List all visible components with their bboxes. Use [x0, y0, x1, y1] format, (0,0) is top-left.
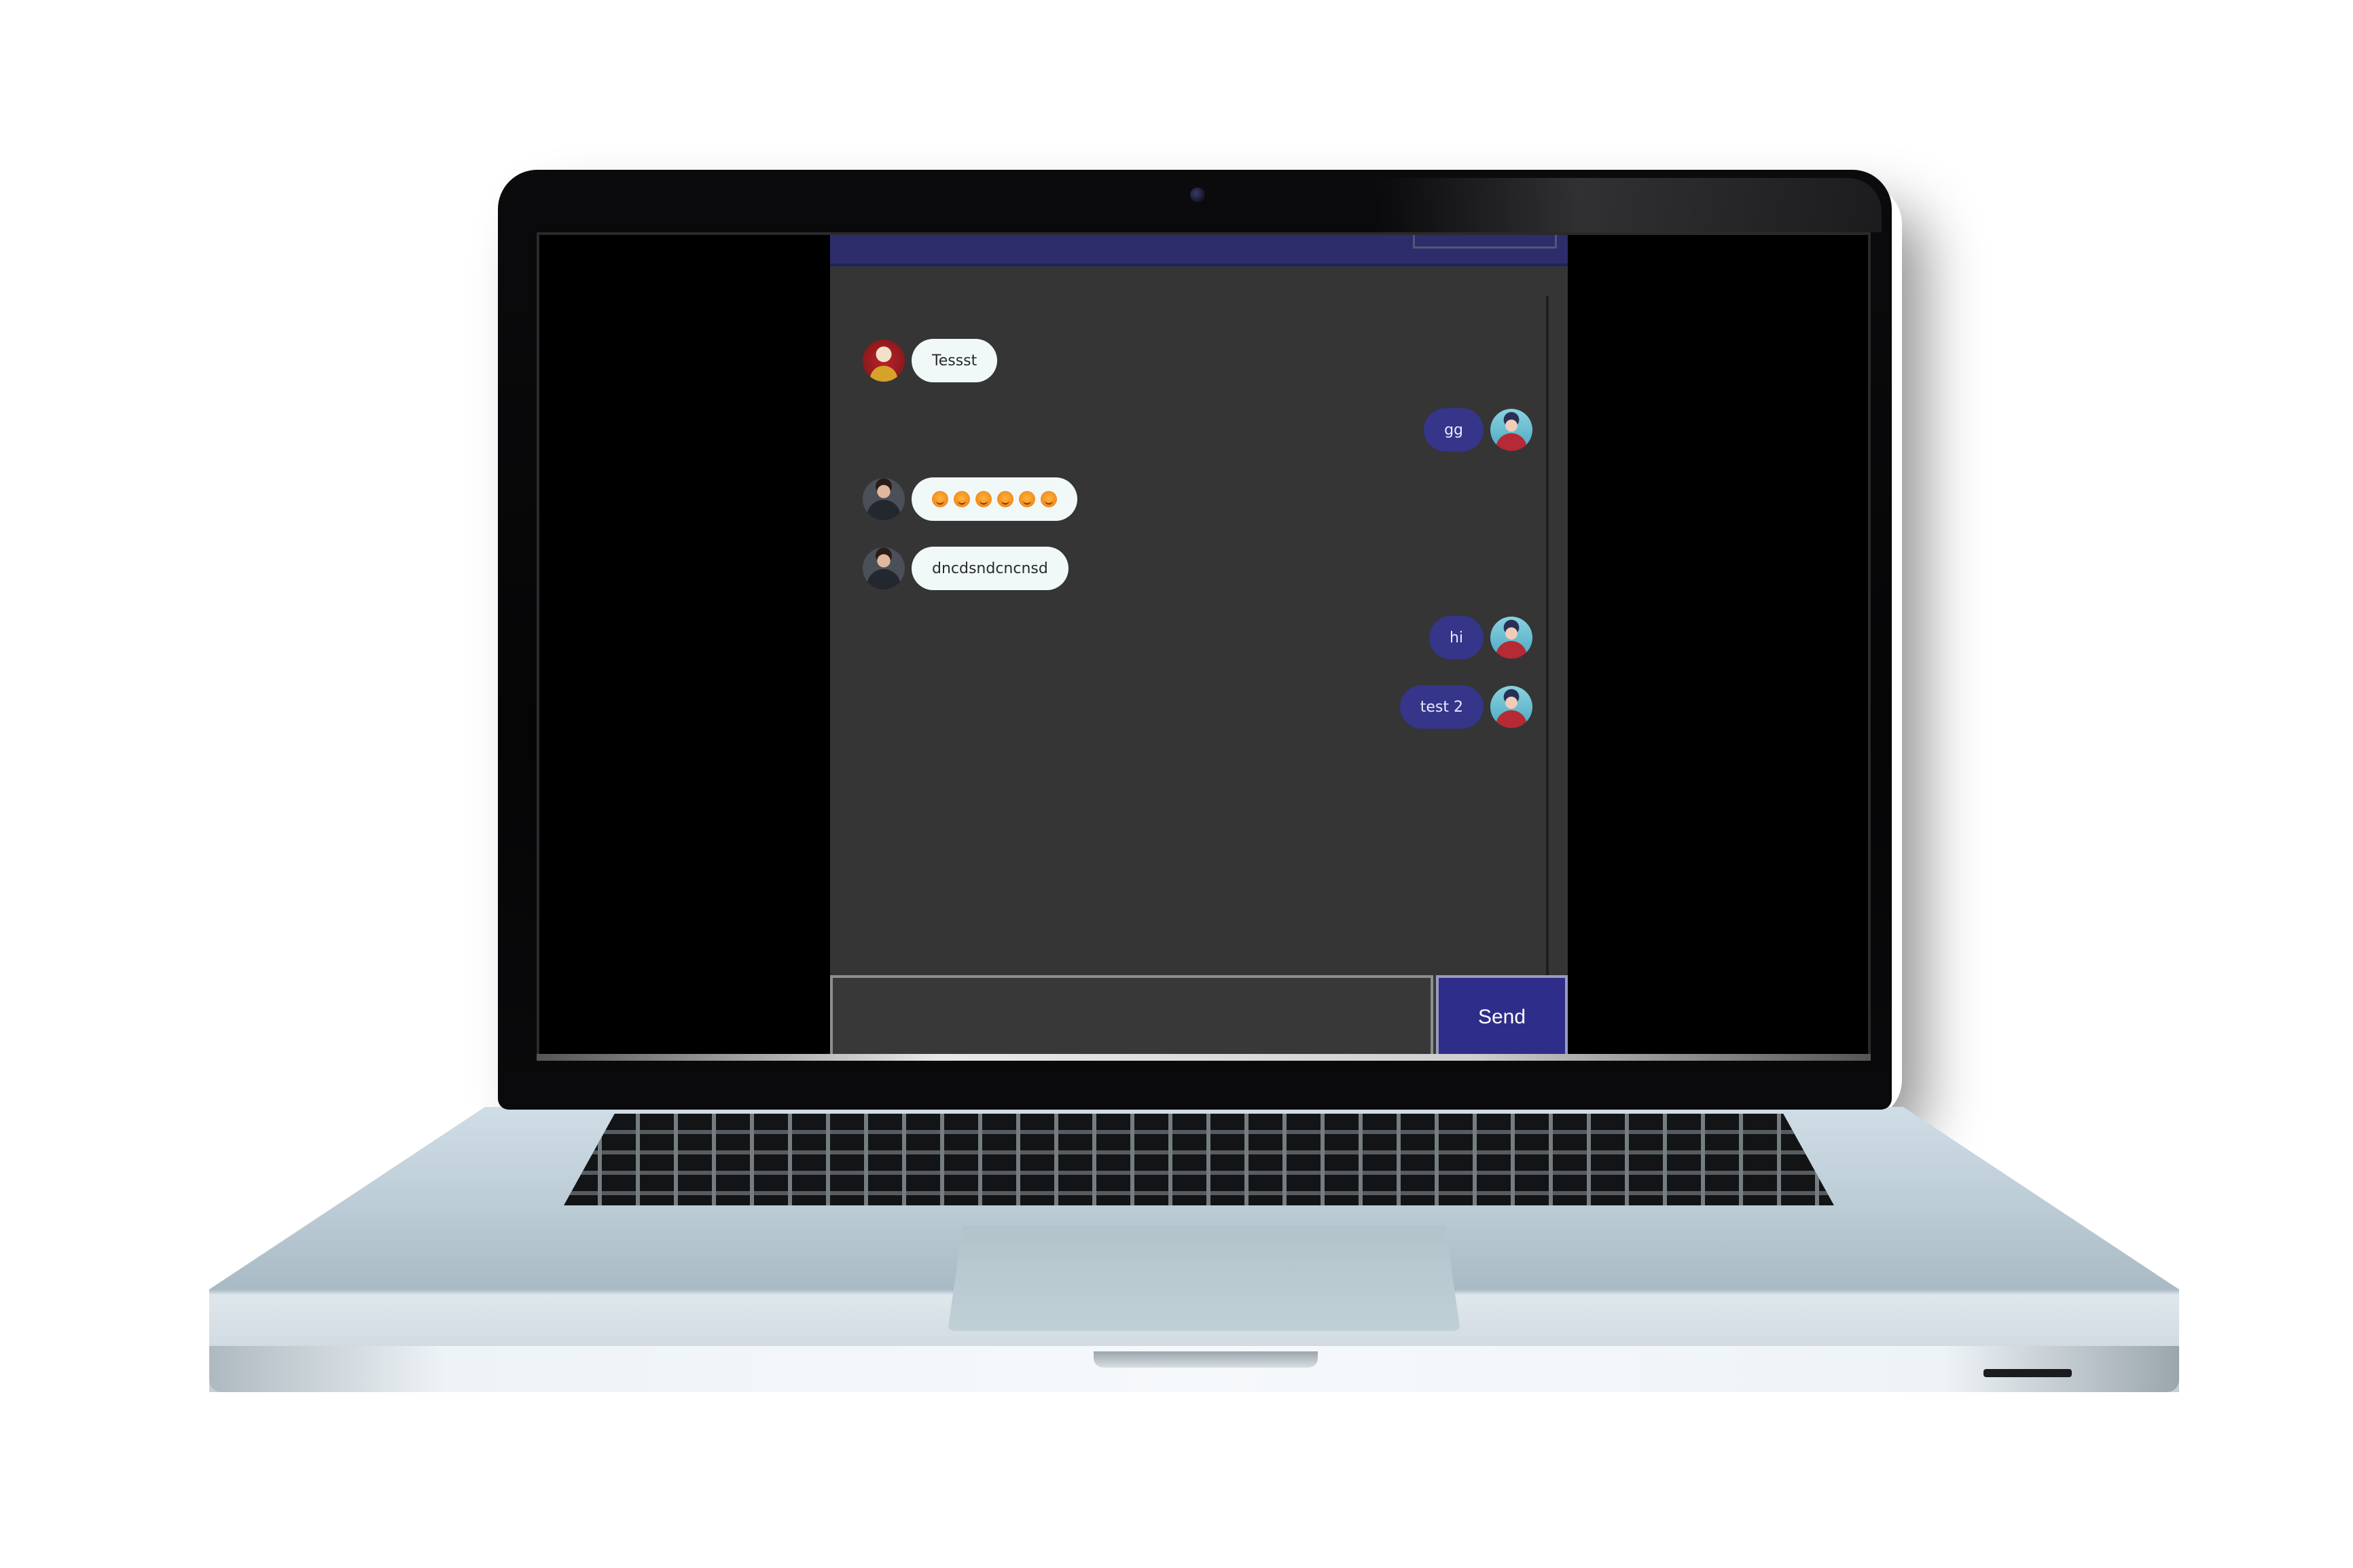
laptop-trackpad: [948, 1226, 1460, 1331]
message-item: hi: [1429, 615, 1532, 660]
laptop-keyboard: [564, 1114, 1834, 1205]
message-item: gg: [1424, 407, 1532, 452]
message-item: dncdsndcncnsd: [863, 546, 1068, 591]
webcam-icon: [1190, 187, 1205, 202]
dark-user-avatar: [863, 547, 905, 589]
lid-glare: [1379, 178, 1882, 232]
laptop-port: [1983, 1369, 2072, 1377]
outgoing-message-bubble: hi: [1429, 616, 1484, 659]
message-input[interactable]: [830, 975, 1433, 1057]
photo-stage: Tessst gg dncdsndcncnsd hi test 2 Send: [0, 0, 2353, 1568]
outgoing-message-bubble: gg: [1424, 408, 1484, 452]
orange-face-emoji-icon: [975, 491, 992, 507]
orange-face-emoji-icon: [932, 491, 948, 507]
incoming-message-bubble: Tessst: [912, 339, 998, 382]
laptop-screen: Tessst gg dncdsndcncnsd hi test 2 Send: [537, 232, 1871, 1059]
teal-user-avatar: [1490, 409, 1532, 451]
composer-bar: Send: [830, 975, 1568, 1057]
screen-bottom-bezel: [537, 1054, 1871, 1061]
emoji-row: [932, 491, 1057, 507]
teal-user-avatar: [1490, 686, 1532, 728]
send-button[interactable]: Send: [1436, 975, 1568, 1057]
dark-user-avatar: [863, 478, 905, 520]
message-item: Tessst: [863, 338, 998, 383]
orange-face-emoji-icon: [997, 491, 1013, 507]
orange-face-emoji-icon: [1041, 491, 1057, 507]
chat-header: [830, 235, 1568, 266]
red-hero-avatar: [863, 340, 905, 382]
outgoing-message-bubble: test 2: [1399, 685, 1484, 729]
laptop-lid-notch: [1094, 1351, 1318, 1368]
message-item: [863, 477, 1077, 522]
message-list: Tessst gg dncdsndcncnsd hi test 2: [830, 263, 1568, 975]
incoming-message-bubble: dncdsndcncnsd: [912, 547, 1068, 590]
message-item: test 2: [1399, 685, 1532, 729]
chat-app: Tessst gg dncdsndcncnsd hi test 2 Send: [830, 235, 1568, 1057]
header-control[interactable]: [1413, 235, 1557, 249]
orange-face-emoji-icon: [1019, 491, 1035, 507]
orange-face-emoji-icon: [954, 491, 970, 507]
incoming-message-bubble: [912, 477, 1077, 521]
teal-user-avatar: [1490, 617, 1532, 659]
